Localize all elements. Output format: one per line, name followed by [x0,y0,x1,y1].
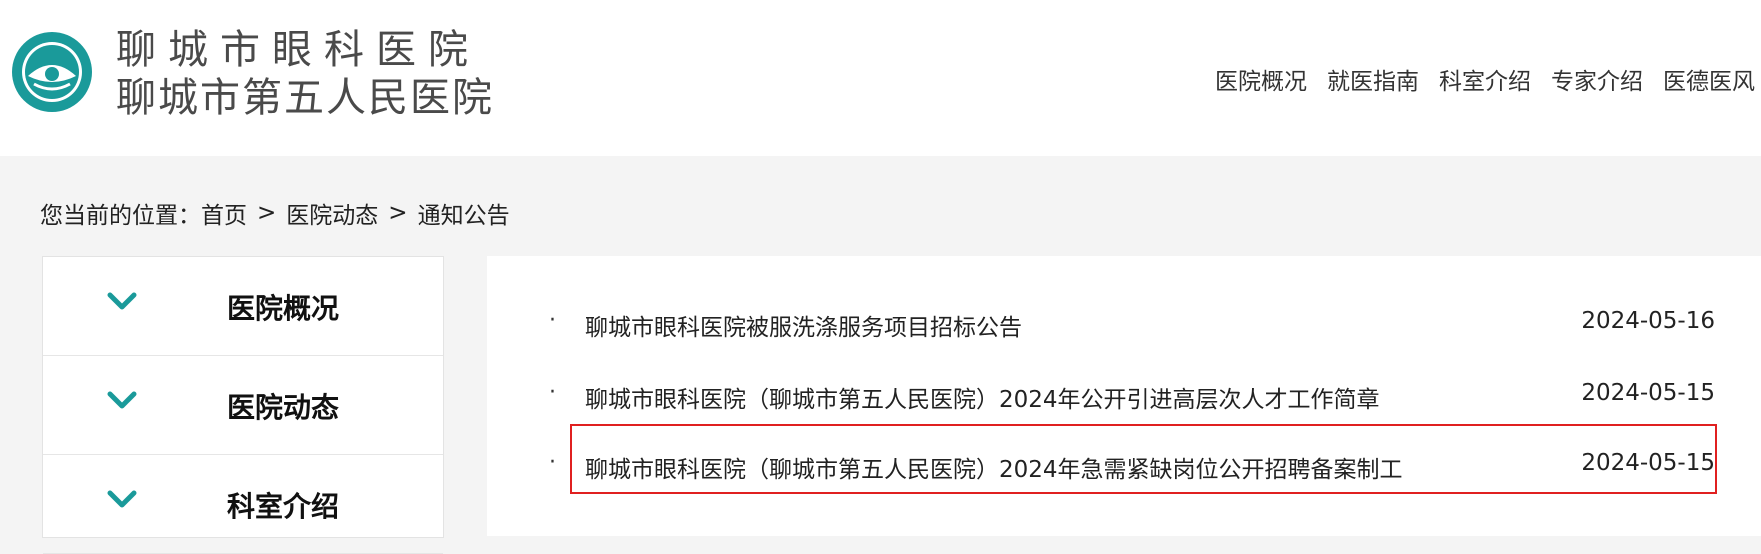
chevron-down-icon [107,490,137,508]
hospital-name-secondary: 聊城市第五人民医院 [116,75,494,121]
hospital-name[interactable]: 聊城市眼科医院 聊城市第五人民医院 [116,26,494,122]
breadcrumb-separator: > [257,200,277,226]
breadcrumb-prefix: 您当前的位置： [40,203,201,229]
sidebar-item-overview[interactable]: 医院概况 [43,257,443,356]
breadcrumb-notices[interactable]: 通知公告 [418,196,510,230]
breadcrumb: 您当前的位置： 首页 > 医院动态 > 通知公告 [40,196,510,230]
nav-item-overview[interactable]: 医院概况 [1215,62,1307,96]
hospital-logo-icon[interactable] [10,30,94,114]
nav-item-ethics[interactable]: 医德医风 [1663,62,1755,96]
nav-item-experts[interactable]: 专家介绍 [1551,62,1643,96]
breadcrumb-news[interactable]: 医院动态 [286,196,378,230]
bullet: · [549,450,556,475]
hospital-name-primary: 聊城市眼科医院 [116,27,480,73]
bullet: · [549,380,556,405]
sidebar-item-label: 医院概况 [226,292,339,325]
news-list: · 聊城市眼科医院被服洗涤服务项目招标公告 2024-05-16 · 聊城市眼科… [487,256,1761,536]
list-item[interactable]: · 聊城市眼科医院被服洗涤服务项目招标公告 2024-05-16 [487,298,1761,346]
sidebar-item-label: 医院动态 [226,391,339,424]
main-nav: 医院概况 就医指南 科室介绍 专家介绍 医德医风 [1215,62,1761,96]
chevron-down-icon [107,292,137,310]
list-item[interactable]: · 聊城市眼科医院（聊城市第五人民医院）2024年公开引进高层次人才工作简章 2… [487,370,1761,418]
news-date: 2024-05-15 [1581,450,1715,476]
news-title[interactable]: 聊城市眼科医院被服洗涤服务项目招标公告 [585,308,1022,342]
site-header: 聊城市眼科医院 聊城市第五人民医院 医院概况 就医指南 科室介绍 专家介绍 医德… [0,0,1761,156]
news-date: 2024-05-15 [1581,380,1715,406]
breadcrumb-separator: > [388,200,408,226]
breadcrumb-home[interactable]: 首页 [201,196,247,230]
news-title[interactable]: 聊城市眼科医院（聊城市第五人民医院）2024年急需紧缺岗位公开招聘备案制工 [585,450,1403,484]
nav-item-departments[interactable]: 科室介绍 [1439,62,1531,96]
sidebar-item-label: 科室介绍 [226,490,339,523]
nav-item-guide[interactable]: 就医指南 [1327,62,1419,96]
news-title[interactable]: 聊城市眼科医院（聊城市第五人民医院）2024年公开引进高层次人才工作简章 [585,380,1380,414]
news-date: 2024-05-16 [1581,308,1715,334]
sidebar: 医院概况 医院动态 科室介绍 [42,256,444,554]
chevron-down-icon [107,391,137,409]
list-item[interactable]: · 聊城市眼科医院（聊城市第五人民医院）2024年急需紧缺岗位公开招聘备案制工 … [487,440,1761,488]
sidebar-item-news[interactable]: 医院动态 [43,356,443,455]
bullet: · [549,308,556,333]
sidebar-item-departments[interactable]: 科室介绍 [43,455,443,554]
